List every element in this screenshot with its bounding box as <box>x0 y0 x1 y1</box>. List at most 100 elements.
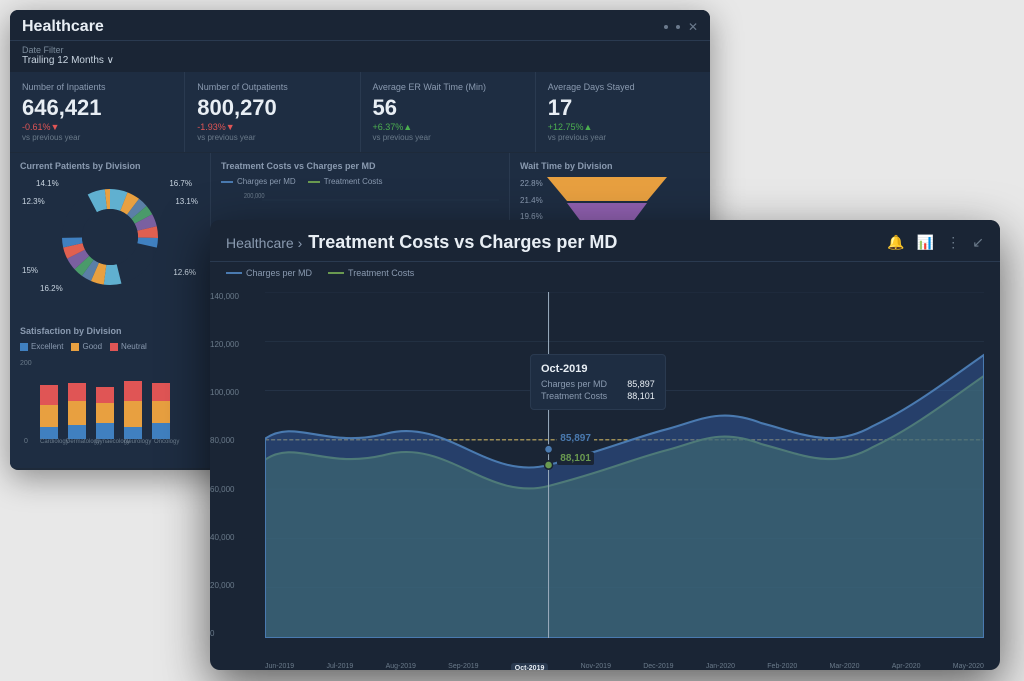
kpi-inpatients-value: 646,421 <box>22 96 172 120</box>
modal-breadcrumb: Healthcare › <box>226 235 302 251</box>
kpi-row: Number of Inpatients 646,421 -0.61%▼ vs … <box>10 72 710 152</box>
tooltip-charges-label: Charges per MD <box>541 379 607 389</box>
y-label-120k: 120,000 <box>210 340 260 349</box>
x-axis-labels: Jun-2019 Jul-2019 Aug-2019 Sep-2019 Oct-… <box>265 663 984 670</box>
legend-costs-dot <box>308 181 320 183</box>
date-filter-value[interactable]: Trailing 12 Months ∨ <box>22 55 698 66</box>
svg-text:200,000: 200,000 <box>244 193 265 201</box>
x-label-feb: Feb-2020 <box>767 663 797 670</box>
svg-text:Oncology: Oncology <box>154 439 179 445</box>
funnel-chart-title: Wait Time by Division <box>520 161 700 171</box>
svg-text:Cardiology: Cardiology <box>40 439 69 445</box>
tooltip-costs-label: Treatment Costs <box>541 391 607 401</box>
kpi-outpatients-vs: vs previous year <box>197 133 347 142</box>
close-icon[interactable]: ✕ <box>688 20 698 34</box>
donut-label-5: 12.3% <box>22 197 45 206</box>
modal-title: Treatment Costs vs Charges per MD <box>308 232 617 253</box>
modal-chart-svg <box>265 292 984 638</box>
tooltip-row-costs: Treatment Costs 88,101 <box>541 391 655 401</box>
legend-costs-label: Treatment Costs <box>324 177 383 186</box>
bar-good-3 <box>124 401 142 427</box>
alert-icon[interactable]: 🔔 <box>887 234 904 251</box>
window-header: Healthcare ✕ <box>10 10 710 41</box>
kpi-days-title: Average Days Stayed <box>548 82 698 92</box>
y-label-100k: 100,000 <box>210 388 260 397</box>
x-label-dec: Dec-2019 <box>643 663 673 670</box>
kpi-outpatients-change: -1.93%▼ <box>197 122 347 132</box>
x-label-nov: Nov-2019 <box>581 663 611 670</box>
bar-excellent-0 <box>40 427 58 439</box>
kpi-days-change: +12.75%▲ <box>548 122 698 132</box>
dashboard-title: Healthcare <box>22 18 104 36</box>
bar-good-0 <box>40 405 58 427</box>
kpi-outpatients: Number of Outpatients 800,270 -1.93%▼ vs… <box>185 72 359 152</box>
x-label-sep: Sep-2019 <box>448 663 478 670</box>
line-chart-legend: Charges per MD Treatment Costs <box>221 177 499 186</box>
modal-legend-costs-label: Treatment Costs <box>348 268 414 278</box>
bar-good-2 <box>96 403 114 423</box>
kpi-inpatients-change: -0.61%▼ <box>22 122 172 132</box>
modal-legend-costs: Treatment Costs <box>328 268 414 278</box>
donut-label-2: 12.6% <box>173 268 196 277</box>
modal-legend-charges: Charges per MD <box>226 268 312 278</box>
svg-text:0: 0 <box>24 438 28 445</box>
chart-icon[interactable]: 📊 <box>917 234 934 251</box>
x-label-jun: Jun-2019 <box>265 663 294 670</box>
bar-good-4 <box>152 401 170 423</box>
expand-icon[interactable]: ↙ <box>972 234 984 251</box>
value-label-costs: 88,101 <box>557 452 594 465</box>
kpi-inpatients-vs: vs previous year <box>22 133 172 142</box>
kpi-outpatients-title: Number of Outpatients <box>197 82 347 92</box>
tooltip-date: Oct-2019 <box>541 363 655 375</box>
modal-legend-charges-label: Charges per MD <box>246 268 312 278</box>
menu-dot <box>664 25 668 29</box>
donut-label-3: 16.2% <box>40 284 63 293</box>
modal-window: Healthcare › Treatment Costs vs Charges … <box>210 220 1000 670</box>
y-label-40k: 40,000 <box>210 533 260 542</box>
legend-charges-dot <box>221 181 233 183</box>
donut-label-4: 15% <box>22 266 38 275</box>
bar-excellent-2 <box>96 423 114 439</box>
donut-chart-title: Current Patients by Division <box>20 161 200 171</box>
donut-chart-svg <box>55 182 165 292</box>
modal-legend-costs-dot <box>328 272 344 274</box>
window-controls: ✕ <box>664 20 698 34</box>
modal-title-group: Healthcare › Treatment Costs vs Charges … <box>226 232 617 253</box>
satisfaction-legend: Excellent Good Neutral <box>20 342 200 351</box>
donut-label-0: 16.7% <box>169 179 192 188</box>
svg-text:200: 200 <box>20 360 32 367</box>
modal-chart-area: 140,000 120,000 100,000 80,000 60,000 40… <box>210 284 1000 670</box>
modal-actions: 🔔 📊 ⋮ ↙ <box>887 234 984 251</box>
bar-good-1 <box>68 401 86 425</box>
y-label-80k: 80,000 <box>210 436 260 445</box>
funnel-label-1: 21.4% <box>520 194 543 208</box>
kpi-er-value: 56 <box>373 96 523 120</box>
more-icon[interactable]: ⋮ <box>946 234 960 251</box>
x-label-jul: Jul-2019 <box>326 663 353 670</box>
legend-excellent-label: Excellent <box>31 342 63 351</box>
y-label-0: 0 <box>210 629 260 638</box>
x-label-apr: Apr-2020 <box>892 663 921 670</box>
modal-header: Healthcare › Treatment Costs vs Charges … <box>210 220 1000 262</box>
x-label-jan: Jan-2020 <box>706 663 735 670</box>
kpi-er-vs: vs previous year <box>373 133 523 142</box>
satisfaction-svg: 200 0 <box>20 355 200 445</box>
legend-excellent: Excellent <box>20 342 63 351</box>
legend-costs: Treatment Costs <box>308 177 383 186</box>
x-label-aug: Aug-2019 <box>386 663 416 670</box>
kpi-days-vs: vs previous year <box>548 133 698 142</box>
donut-label-1: 13.1% <box>175 197 198 206</box>
tooltip-costs-value: 88,101 <box>627 391 655 401</box>
modal-legend-charges-dot <box>226 272 242 274</box>
line-chart-title: Treatment Costs vs Charges per MD <box>221 161 499 171</box>
bar-excellent-4 <box>152 423 170 439</box>
y-axis-labels: 140,000 120,000 100,000 80,000 60,000 40… <box>210 292 260 638</box>
bar-excellent-3 <box>124 427 142 439</box>
x-label-mar: Mar-2020 <box>830 663 860 670</box>
legend-neutral-label: Neutral <box>121 342 147 351</box>
donut-chart-card: Current Patients by Division 16.7% <box>10 153 210 318</box>
kpi-er-wait: Average ER Wait Time (Min) 56 +6.37%▲ vs… <box>361 72 535 152</box>
kpi-inpatients-title: Number of Inpatients <box>22 82 172 92</box>
donut-chart-container: 16.7% 13.1% 12.6% 16.2% 15% 12.3% 14.1% <box>20 177 200 297</box>
y-label-20k: 20,000 <box>210 581 260 590</box>
